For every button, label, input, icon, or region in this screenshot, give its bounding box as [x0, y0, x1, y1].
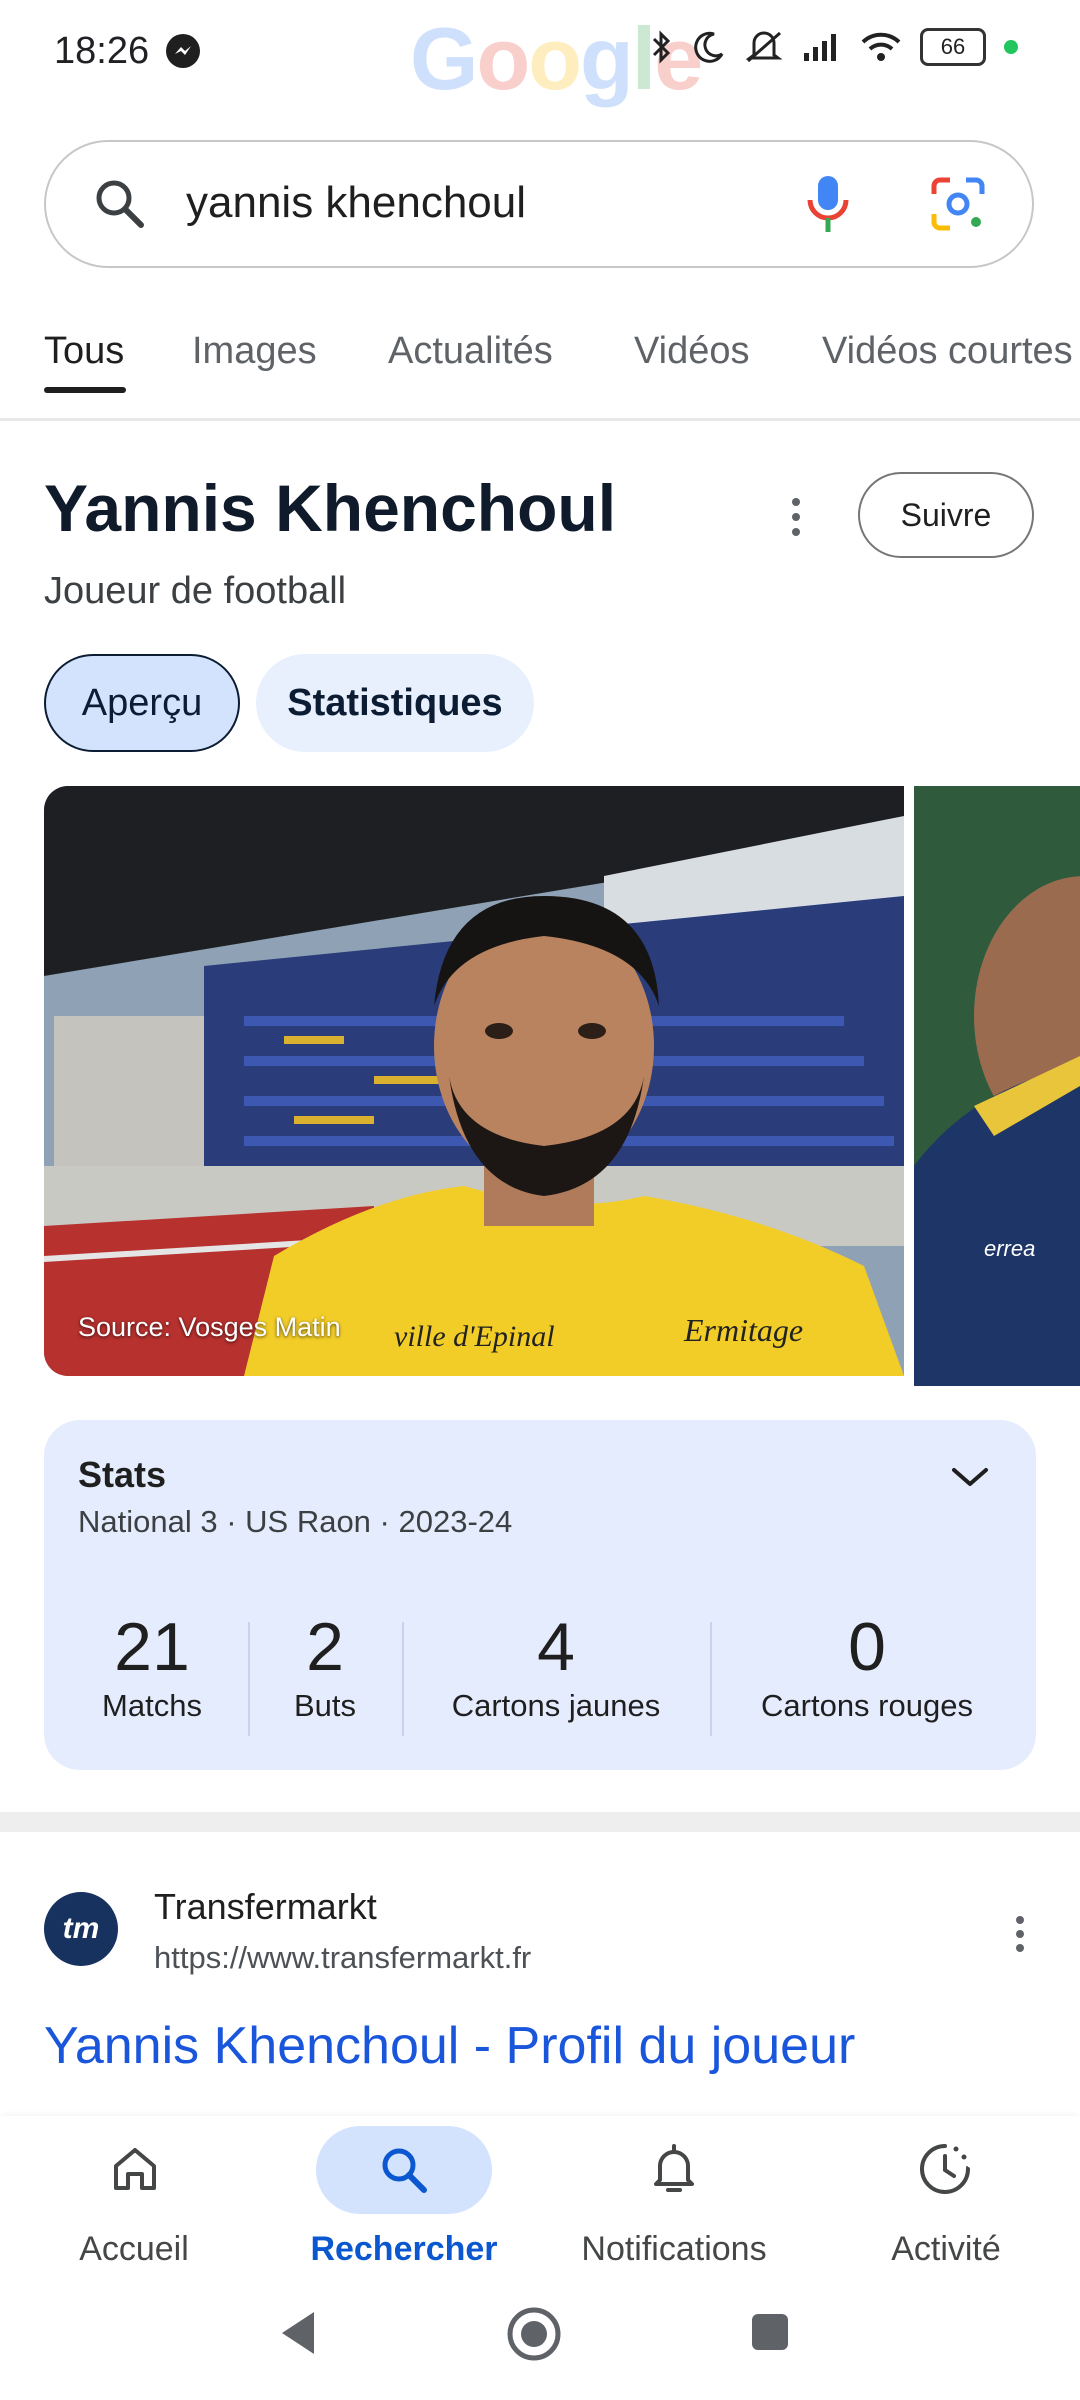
image-source-caption: Source: Vosges Matin: [78, 1312, 341, 1342]
wifi-icon: [861, 32, 901, 61]
stat-yellow-cards-value: 4: [537, 1609, 575, 1685]
home-icon[interactable]: [108, 2142, 162, 2196]
stat-divider: [710, 1622, 712, 1736]
tab-short-videos[interactable]: Vidéos courtes: [822, 330, 1073, 373]
tab-all[interactable]: Tous: [44, 330, 124, 373]
more-options-icon[interactable]: [776, 494, 816, 540]
stat-divider: [402, 1622, 404, 1736]
result-site-name[interactable]: Transfermarkt: [154, 1886, 377, 1928]
entity-subtitle: Joueur de football: [44, 570, 347, 612]
svg-text:ville d'Epinal: ville d'Epinal: [394, 1320, 555, 1353]
stat-divider: [248, 1622, 250, 1736]
stat-goals-label: Buts: [293, 1688, 357, 1723]
bell-icon[interactable]: [646, 2140, 702, 2198]
stat-yellow-cards-label: Cartons jaunes: [451, 1688, 661, 1723]
bluetooth-icon: [652, 30, 671, 64]
chevron-down-icon[interactable]: [948, 1462, 992, 1492]
svg-text:Ermitage: Ermitage: [683, 1312, 803, 1348]
result-url[interactable]: https://www.transfermarkt.fr: [154, 1940, 531, 1976]
nav-activity-label[interactable]: Activité: [816, 2230, 1076, 2269]
stat-matches-value: 21: [114, 1609, 190, 1685]
tab-images[interactable]: Images: [192, 330, 317, 373]
search-icon: [96, 180, 144, 228]
status-time: 18:26: [54, 30, 150, 72]
battery-indicator: 66: [920, 28, 986, 66]
svg-text:errea: errea: [984, 1236, 1035, 1261]
stats-title: Stats: [78, 1454, 167, 1495]
follow-button[interactable]: Suivre: [858, 472, 1034, 558]
status-icons: 66: [650, 28, 1018, 66]
mute-icon: [745, 31, 783, 63]
stat-matches-label: Matchs: [102, 1688, 202, 1723]
stat-goals-value: 2: [306, 1609, 344, 1685]
tabs-divider: [0, 418, 1080, 421]
player-photo[interactable]: ville d'Epinal Ermitage: [44, 786, 904, 1376]
activity-icon[interactable]: [916, 2140, 974, 2198]
nav-home-label[interactable]: Accueil: [4, 2230, 264, 2269]
active-tab-indicator: [44, 387, 126, 393]
chip-overview[interactable]: Aperçu: [44, 654, 240, 752]
nav-notifications-label[interactable]: Notifications: [544, 2230, 804, 2269]
moon-icon: [694, 31, 724, 63]
stat-red-cards-value: 0: [848, 1609, 886, 1685]
result-more-options-icon[interactable]: [1000, 1914, 1040, 1956]
signal-icon: [804, 34, 836, 61]
tab-news[interactable]: Actualités: [388, 330, 553, 373]
tab-videos[interactable]: Vidéos: [634, 330, 750, 373]
messenger-icon: [166, 34, 200, 68]
search-input[interactable]: yannis khenchoul: [186, 178, 526, 228]
result-title-link[interactable]: Yannis Khenchoul - Profil du joueur: [44, 2016, 855, 2076]
stat-red-cards-label: Cartons rouges: [761, 1688, 973, 1723]
player-photo-2[interactable]: errea: [914, 786, 1080, 1386]
search-icon[interactable]: [376, 2142, 432, 2198]
nav-search-label[interactable]: Rechercher: [274, 2230, 534, 2269]
stats-subtitle: National 3 · US Raon · 2023-24: [78, 1504, 513, 1539]
microphone-icon[interactable]: [800, 172, 856, 236]
entity-title: Yannis Khenchoul: [44, 471, 617, 545]
site-favicon[interactable]: tm: [44, 1892, 118, 1966]
home-button-icon[interactable]: [506, 2306, 562, 2362]
recents-icon[interactable]: [748, 2310, 792, 2354]
chip-statistics[interactable]: Statistiques: [256, 654, 534, 752]
section-separator: [0, 1812, 1080, 1832]
privacy-indicator-dot: [1004, 40, 1018, 54]
back-icon[interactable]: [276, 2308, 320, 2358]
google-lens-icon[interactable]: [928, 174, 988, 234]
